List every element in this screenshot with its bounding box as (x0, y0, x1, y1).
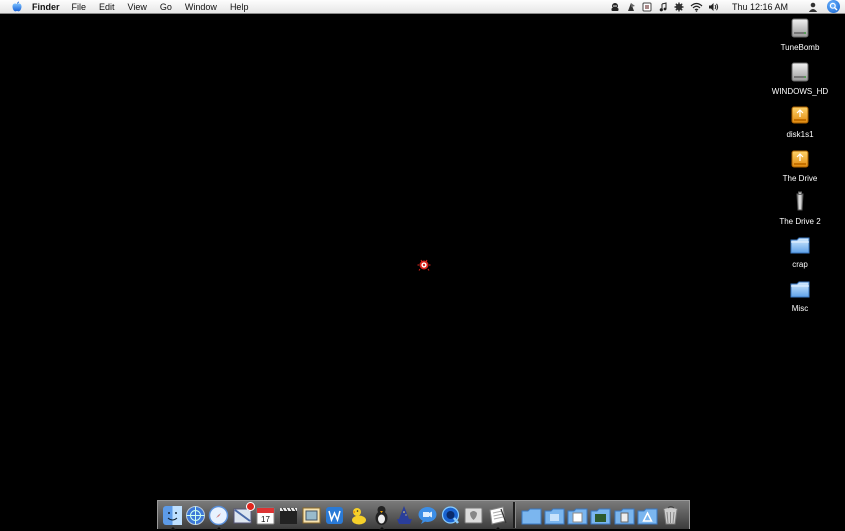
documents-icon[interactable] (567, 505, 588, 526)
menu-app-finder[interactable]: Finder (32, 2, 60, 12)
ichat-icon[interactable] (417, 505, 438, 526)
trash-icon[interactable] (660, 505, 681, 526)
desktop-icon-label: The Drive 2 (779, 217, 821, 226)
desktop-icon-the-drive[interactable]: The Drive (765, 148, 835, 183)
textedit-icon[interactable] (487, 505, 508, 530)
menu-extras: Thu 12:16 AM (610, 0, 845, 13)
menu-view[interactable]: View (128, 2, 147, 12)
movie-icon[interactable] (278, 505, 299, 526)
volume-icon[interactable] (708, 1, 719, 12)
ical-icon[interactable]: 17 (255, 505, 276, 526)
gear-icon[interactable] (674, 1, 685, 12)
usb-drive-icon (789, 191, 811, 213)
external-drive-icon (789, 104, 811, 126)
wizard-icon[interactable] (394, 505, 415, 526)
apple-menu-icon[interactable] (10, 0, 24, 13)
desktop-icon-the-drive-2[interactable]: The Drive 2 (765, 191, 835, 226)
desktop-icon-windows-hd[interactable]: WINDOWS_HD (765, 61, 835, 96)
folder-stack-icon[interactable] (590, 505, 611, 526)
menu-go[interactable]: Go (160, 2, 172, 12)
menu-window[interactable]: Window (185, 2, 217, 12)
menu-edit[interactable]: Edit (99, 2, 115, 12)
desktop-icon-label: disk1s1 (786, 130, 814, 139)
mail-badge (245, 501, 255, 511)
user-status-icon[interactable] (610, 1, 621, 12)
word-icon[interactable] (324, 505, 345, 526)
hard-drive-icon (789, 61, 811, 83)
desktop-icon-label: The Drive (782, 174, 818, 183)
desktop-icon-tunebomb[interactable]: TuneBomb (765, 17, 835, 52)
safari-icon[interactable] (208, 505, 229, 530)
finder-icon[interactable] (162, 505, 183, 530)
duck-icon[interactable] (348, 505, 369, 526)
wifi-icon[interactable] (690, 1, 703, 12)
menu-file[interactable]: File (72, 2, 87, 12)
folder-stack-icon[interactable] (521, 505, 542, 526)
folder-stack-icon[interactable] (544, 505, 565, 526)
mail-icon[interactable] (232, 501, 255, 526)
folder-stack-icon[interactable] (614, 505, 635, 526)
script-icon[interactable] (626, 1, 637, 12)
desktop-icon-label: Misc (791, 304, 809, 313)
quicktime-icon[interactable] (440, 505, 461, 526)
desktop-icon-label: crap (792, 260, 808, 269)
busy-cursor-icon (417, 257, 431, 271)
external-drive-icon (789, 148, 811, 170)
folder-icon (789, 234, 811, 256)
svg-text:17: 17 (261, 515, 270, 524)
utility-icon[interactable] (463, 505, 484, 526)
desktop-icon-crap[interactable]: crap (765, 234, 835, 269)
menu-bar: Finder File Edit View Go Window Help Thu… (0, 0, 845, 14)
desktop-icon-disk1s1[interactable]: disk1s1 (765, 104, 835, 139)
desktop-icon-misc[interactable]: Misc (765, 278, 835, 313)
dock-separator (512, 502, 516, 528)
preview-icon[interactable] (301, 505, 322, 526)
menu-clock[interactable]: Thu 12:16 AM (732, 2, 788, 12)
desktop-icon-label: TuneBomb (780, 43, 820, 52)
dock: 17 (157, 500, 690, 530)
hard-drive-icon (789, 17, 811, 39)
folder-icon (789, 278, 811, 300)
sync-icon[interactable] (642, 1, 653, 12)
spotlight-icon[interactable] (827, 0, 840, 13)
menu-help[interactable]: Help (230, 2, 249, 12)
adium-icon[interactable] (371, 505, 392, 530)
network-icon[interactable] (185, 505, 206, 526)
applications-icon[interactable] (637, 505, 658, 526)
itunes-note-icon[interactable] (658, 1, 669, 12)
desktop-icon-label: WINDOWS_HD (771, 87, 829, 96)
user-account-icon[interactable] (807, 1, 818, 12)
